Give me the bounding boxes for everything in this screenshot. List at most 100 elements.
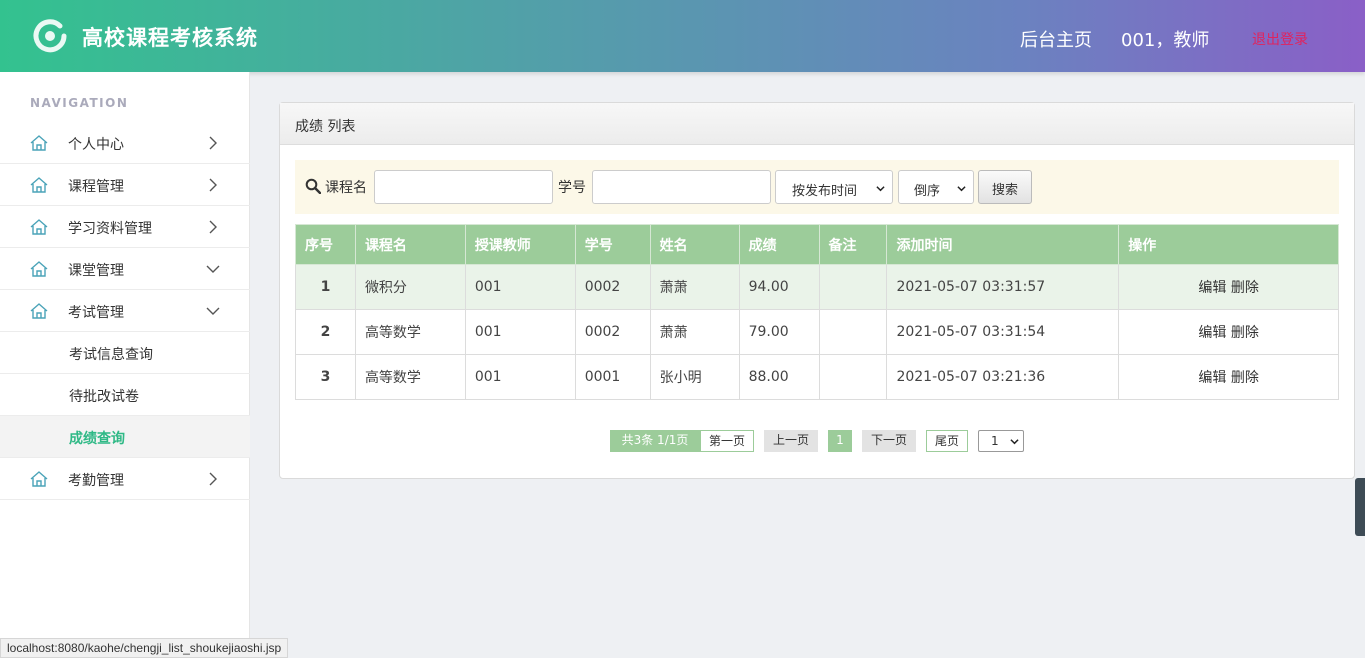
table-header-row: 序号 课程名 授课教师 学号 姓名 成绩 备注 添加时间 操作 — [295, 224, 1339, 265]
sidebar-item-label: 个人中心 — [68, 137, 124, 153]
cell-note — [818, 264, 888, 310]
column-header[interactable]: 成绩 — [738, 224, 820, 265]
table-row[interactable]: 3 高等数学 001 0001 张小明 88.00 2021-05-07 03:… — [295, 354, 1339, 400]
column-header[interactable]: 序号 — [295, 224, 356, 265]
cell-course: 高等数学 — [354, 309, 466, 355]
home-link[interactable]: 后台主页 — [1020, 26, 1092, 52]
column-header[interactable]: 学号 — [574, 224, 651, 265]
sort-field-select[interactable]: 按发布时间 — [775, 170, 893, 204]
course-name-input[interactable] — [374, 170, 553, 204]
pager-current-page[interactable]: 1 — [828, 430, 852, 452]
side-scroll-tab[interactable] — [1355, 478, 1365, 536]
cell-name: 萧萧 — [649, 309, 740, 355]
sidebar-item-label: 课程管理 — [68, 179, 124, 195]
top-header: 高校课程考核系统 后台主页 001，教师 退出登录 — [0, 0, 1365, 72]
panel-title: 成绩 列表 — [280, 103, 1354, 145]
edit-link[interactable]: 编辑 — [1198, 370, 1226, 386]
chevron-down-icon — [206, 307, 220, 315]
chevron-right-icon — [209, 136, 217, 150]
logout-link[interactable]: 退出登录 — [1252, 29, 1308, 49]
pager-last-button[interactable]: 尾页 — [926, 430, 968, 452]
sidebar-subitem-grade-query[interactable]: 成绩查询 — [0, 416, 250, 458]
home-icon — [30, 303, 48, 319]
sidebar-item-label: 学习资料管理 — [68, 221, 152, 237]
cell-name: 萧萧 — [649, 264, 740, 310]
cell-actions: 编辑 删除 — [1118, 264, 1339, 310]
home-icon — [30, 261, 48, 277]
home-icon — [30, 471, 48, 487]
nav-heading: NAVIGATION — [30, 96, 129, 110]
chevron-down-icon — [206, 265, 220, 273]
student-id-input[interactable] — [592, 170, 771, 204]
search-bar: 课程名 学号 按发布时间 倒序 搜索 — [295, 160, 1339, 214]
cell-student-id: 0001 — [574, 354, 651, 400]
search-button[interactable]: 搜索 — [978, 170, 1032, 204]
page-select-value: 1 — [991, 434, 999, 448]
edit-link[interactable]: 编辑 — [1198, 280, 1226, 296]
logo-icon — [33, 19, 67, 53]
pager-first-button[interactable]: 第一页 — [700, 430, 754, 452]
pager-next-button[interactable]: 下一页 — [862, 430, 916, 452]
browser-status-url: localhost:8080/kaohe/chengji_list_shouke… — [0, 638, 289, 658]
column-header[interactable]: 备注 — [818, 224, 888, 265]
home-icon — [30, 177, 48, 193]
pager-info: 共3条 1/1页 — [610, 430, 700, 452]
chevron-down-icon — [876, 186, 885, 192]
sidebar-subitem-papers-to-grade[interactable]: 待批改试卷 — [0, 374, 250, 416]
column-header[interactable]: 授课教师 — [464, 224, 576, 265]
sidebar-item-materials-management[interactable]: 学习资料管理 — [0, 206, 250, 248]
cell-note — [818, 309, 888, 355]
column-header[interactable]: 姓名 — [649, 224, 740, 265]
cell-teacher: 001 — [464, 309, 576, 355]
sidebar-item-classroom-management[interactable]: 课堂管理 — [0, 248, 250, 290]
sidebar-item-course-management[interactable]: 课程管理 — [0, 164, 250, 206]
chevron-down-icon — [957, 186, 966, 192]
sidebar-subitem-label: 考试信息查询 — [69, 347, 153, 363]
cell-score: 94.00 — [738, 264, 820, 310]
delete-link[interactable]: 删除 — [1231, 280, 1259, 296]
grade-table: 序号 课程名 授课教师 学号 姓名 成绩 备注 添加时间 操作 1 微积分 00… — [295, 224, 1339, 400]
user-info: 001，教师 — [1121, 30, 1210, 51]
cell-student-id: 0002 — [574, 309, 651, 355]
column-header[interactable]: 操作 — [1118, 224, 1339, 265]
table-row[interactable]: 2 高等数学 001 0002 萧萧 79.00 2021-05-07 03:3… — [295, 309, 1339, 355]
chevron-right-icon — [209, 178, 217, 192]
cell-time: 2021-05-07 03:31:54 — [886, 309, 1120, 355]
chevron-right-icon — [209, 220, 217, 234]
cell-course: 高等数学 — [354, 354, 466, 400]
column-header[interactable]: 课程名 — [354, 224, 466, 265]
cell-index: 1 — [295, 264, 356, 310]
cell-score: 79.00 — [738, 309, 820, 355]
course-name-label: 课程名 — [325, 180, 367, 196]
cell-actions: 编辑 删除 — [1118, 354, 1339, 400]
cell-student-id: 0002 — [574, 264, 651, 310]
page-select[interactable]: 1 — [978, 430, 1024, 452]
home-icon — [30, 135, 48, 151]
column-header[interactable]: 添加时间 — [886, 224, 1120, 265]
edit-link[interactable]: 编辑 — [1198, 325, 1226, 341]
delete-link[interactable]: 删除 — [1231, 325, 1259, 341]
search-icon — [305, 178, 321, 194]
sort-order-value: 倒序 — [914, 184, 941, 199]
cell-time: 2021-05-07 03:31:57 — [886, 264, 1120, 310]
sidebar-subitem-label: 成绩查询 — [69, 431, 125, 447]
table-row[interactable]: 1 微积分 001 0002 萧萧 94.00 2021-05-07 03:31… — [295, 264, 1339, 310]
cell-teacher: 001 — [464, 354, 576, 400]
sidebar-item-attendance-management[interactable]: 考勤管理 — [0, 458, 250, 500]
pager-prev-button[interactable]: 上一页 — [764, 430, 818, 452]
cell-score: 88.00 — [738, 354, 820, 400]
sidebar-subitem-exam-info[interactable]: 考试信息查询 — [0, 332, 250, 374]
sidebar-item-exam-management[interactable]: 考试管理 — [0, 290, 250, 332]
sort-field-value: 按发布时间 — [792, 184, 858, 199]
sort-order-select[interactable]: 倒序 — [898, 170, 974, 204]
cell-actions: 编辑 删除 — [1118, 309, 1339, 355]
cell-note — [818, 354, 888, 400]
sidebar: NAVIGATION 个人中心 课程管理 学习资料管理 课堂管理 考试管理 考试… — [0, 72, 250, 640]
sidebar-item-personal-center[interactable]: 个人中心 — [0, 122, 250, 164]
cell-time: 2021-05-07 03:21:36 — [886, 354, 1120, 400]
sidebar-menu: 个人中心 课程管理 学习资料管理 课堂管理 考试管理 考试信息查询 待批改试卷 … — [0, 122, 250, 500]
sidebar-item-label: 考试管理 — [68, 305, 124, 321]
chevron-right-icon — [209, 472, 217, 486]
sidebar-item-label: 课堂管理 — [68, 263, 124, 279]
delete-link[interactable]: 删除 — [1231, 370, 1259, 386]
